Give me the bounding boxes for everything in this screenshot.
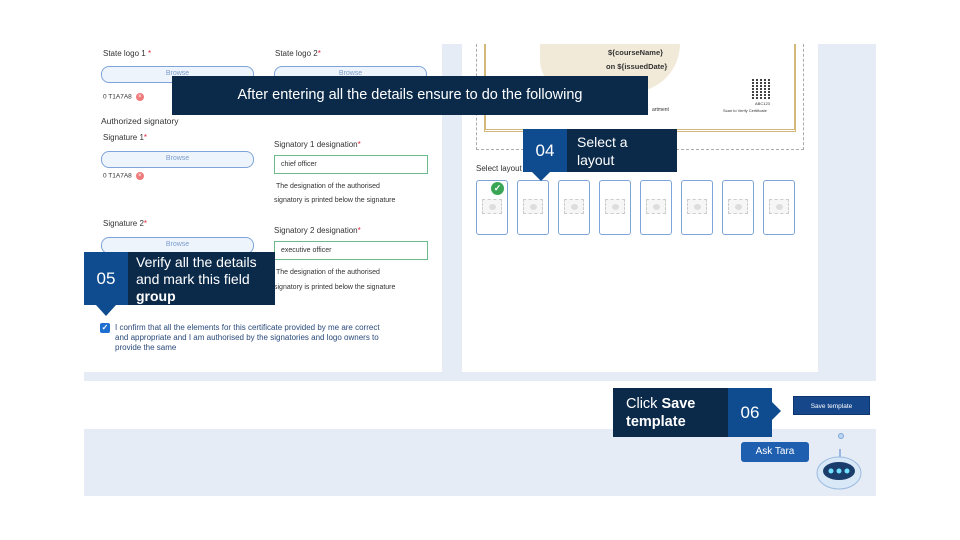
course-name-placeholder: ${courseName} <box>608 48 664 57</box>
instruction-banner: After entering all the details ensure to… <box>172 76 648 115</box>
step-04-pointer <box>532 172 550 181</box>
signatory-2-designation-label: Signatory 2 designation* <box>274 226 361 235</box>
step-06-pointer <box>772 402 781 420</box>
remove-file-icon[interactable]: × <box>135 172 144 180</box>
signatory-1-designation-label: Signatory 1 designation* <box>274 140 361 149</box>
layout-option-3[interactable] <box>558 180 590 235</box>
designation-note-1-line-1: The designation of the authorised <box>276 183 380 190</box>
step-04-number: 04 <box>523 129 567 172</box>
select-layout-label: Select layout <box>476 164 522 173</box>
signature-1-browse-button[interactable]: Browse <box>101 151 254 168</box>
step-05-pointer <box>96 305 116 316</box>
designation-note-1-line-2: signatory is printed below the signature <box>274 197 396 204</box>
layout-option-5[interactable] <box>640 180 672 235</box>
signatory-2-designation-input[interactable]: executive officer <box>274 241 428 260</box>
robot-antenna-icon <box>838 433 844 439</box>
layout-option-4[interactable] <box>599 180 631 235</box>
department-text: artment <box>652 107 669 113</box>
designation-note-2-line-2: signatory is printed below the signature <box>274 284 396 291</box>
state-logo-1-file: 0 T1A7A8 × <box>103 93 144 101</box>
state-logo-2-label: State logo 2* <box>275 49 321 58</box>
signature-1-file: 0 T1A7A8 × <box>103 172 144 180</box>
remove-file-icon[interactable]: × <box>135 93 144 101</box>
confirm-checkbox[interactable]: ✓ <box>100 323 110 333</box>
step-05-callout: Verify all the details and mark this fie… <box>128 252 275 305</box>
step-04-callout: Select a layout <box>567 129 677 172</box>
layout-option-7[interactable] <box>722 180 754 235</box>
signature-2-label: Signature 2* <box>103 219 148 228</box>
save-template-button[interactable]: Save template <box>793 396 870 415</box>
step-05-number: 05 <box>84 252 128 305</box>
layout-option-6[interactable] <box>681 180 713 235</box>
layout-option-8[interactable] <box>763 180 795 235</box>
assistant-robot-icon[interactable] <box>815 436 863 491</box>
signature-1-label: Signature 1* <box>103 133 148 142</box>
qr-code-text: ABC123 <box>755 101 770 106</box>
signatory-1-designation-input[interactable]: chief officer <box>274 155 428 174</box>
designation-note-2-line-1: The designation of the authorised <box>276 269 380 276</box>
confirm-text: I confirm that all the elements for this… <box>115 323 380 352</box>
scan-text: Scan to Verify Certificate <box>723 108 767 113</box>
authorized-signatory-heading: Authorized signatory <box>101 116 179 126</box>
selected-check-icon: ✓ <box>491 182 504 195</box>
step-06-callout: Click Save template <box>613 388 728 437</box>
layout-option-2[interactable] <box>517 180 549 235</box>
issued-date-placeholder: on ${issuedDate} <box>606 62 668 71</box>
ask-tara-button[interactable]: Ask Tara <box>741 442 809 462</box>
step-06-number: 06 <box>728 388 772 437</box>
qr-code-pattern <box>752 79 772 99</box>
state-logo-1-label: State logo 1 * <box>103 49 152 58</box>
